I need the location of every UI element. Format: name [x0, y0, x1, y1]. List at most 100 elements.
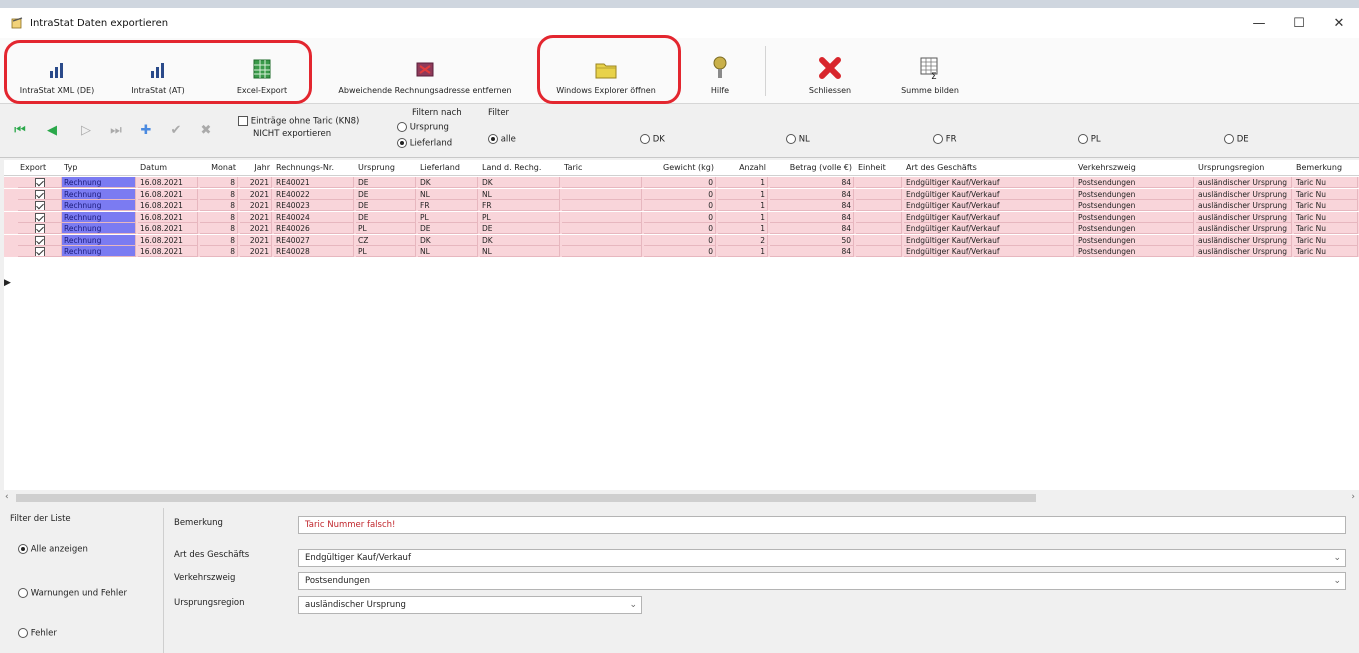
column-header[interactable]: Gewicht (kg) — [644, 160, 716, 176]
cancel-record-icon[interactable]: ✖ — [198, 122, 214, 138]
export-checkbox[interactable] — [34, 189, 45, 199]
table-row[interactable]: Rechnung 16.08.2021 8 2021 RE40028 PL NL NL 0 1 84… — [4, 246, 1359, 257]
table-row[interactable]: Rechnung 16.08.2021 8 2021 RE40022 DE NL NL 0 1 84… — [4, 188, 1359, 200]
no-taric-checkbox-row[interactable]: Einträge ohne Taric (KN8) — [238, 116, 359, 127]
origin-radio[interactable] — [397, 122, 407, 132]
add-record-icon[interactable]: ✚ — [138, 122, 154, 138]
maximize-button[interactable]: ☐ — [1279, 8, 1319, 38]
table-cell: PL — [418, 211, 478, 223]
column-header[interactable]: Lieferland — [418, 160, 478, 176]
column-header[interactable]: Taric — [562, 160, 642, 176]
radio-de[interactable] — [1224, 134, 1234, 144]
errors-radio-button[interactable] — [18, 628, 28, 638]
column-header[interactable]: Art des Geschäfts — [904, 160, 1074, 176]
horizontal-scrollbar[interactable]: ‹ › — [4, 492, 1359, 504]
export-checkbox[interactable] — [34, 212, 45, 222]
export-checkbox-cell[interactable] — [18, 246, 62, 257]
export-checkbox-cell[interactable] — [18, 223, 62, 234]
help-button[interactable]: Hilfe — [700, 42, 740, 100]
table-row[interactable]: Rechnung 16.08.2021 8 2021 RE40021 DE DK DK 0 1 84… — [4, 177, 1359, 188]
column-header[interactable]: Jahr — [240, 160, 272, 176]
remove-billing-address-button[interactable]: Abweichende Rechnungsadresse entfernen — [320, 42, 530, 100]
export-checkbox[interactable] — [34, 201, 45, 210]
filter-by-origin-radio[interactable]: Ursprung — [397, 122, 449, 133]
previous-record-icon[interactable]: ◀ — [44, 122, 60, 138]
radio-pl[interactable] — [1078, 134, 1088, 144]
country-radio-pl[interactable]: PL — [1078, 134, 1101, 145]
table-cell: FR — [418, 200, 478, 211]
business-type-select[interactable]: Endgültiger Kauf/Verkauf ⌄ — [298, 549, 1346, 567]
column-header[interactable]: Rechnungs-Nr. — [274, 160, 354, 176]
table-row[interactable]: Rechnung 16.08.2021 8 2021 RE40027 CZ DK DK 0 2 50… — [4, 234, 1359, 246]
close-label: Schliessen — [808, 86, 852, 95]
column-header[interactable]: Einheit — [856, 160, 902, 176]
scroll-left-icon[interactable]: ‹ — [5, 492, 9, 502]
column-header[interactable]: Export — [18, 160, 62, 176]
table-cell: DK — [418, 234, 478, 246]
no-taric-label: Einträge ohne Taric (KN8) — [250, 116, 360, 127]
column-header[interactable]: Monat — [200, 160, 238, 176]
help-label: Hilfe — [710, 86, 730, 95]
table-row[interactable]: Rechnung 16.08.2021 8 2021 RE40023 DE FR FR 0 1 84… — [4, 200, 1359, 211]
export-checkbox-cell[interactable] — [18, 200, 62, 211]
last-record-icon[interactable]: ⏭ — [108, 122, 124, 138]
remark-field[interactable]: Taric Nummer falsch! — [298, 516, 1346, 534]
radio-alle[interactable] — [488, 134, 498, 144]
table-cell: 2 — [718, 234, 768, 246]
errors-radio[interactable]: Fehler — [18, 628, 57, 639]
origin-region-select[interactable]: ausländischer Ursprung ⌄ — [298, 596, 642, 614]
export-checkbox-cell[interactable] — [18, 211, 62, 223]
list-filter-title: Filter der Liste — [10, 514, 71, 524]
table-cell: 84 — [770, 188, 854, 200]
warnings-errors-radio-button[interactable] — [18, 588, 28, 598]
export-checkbox-cell[interactable] — [18, 177, 62, 188]
show-all-radio-button[interactable] — [18, 544, 28, 554]
data-grid[interactable]: Export Typ Datum Monat Jahr Rechnungs-Nr. Ursp… — [4, 160, 1359, 490]
export-checkbox[interactable] — [34, 178, 45, 187]
sum-button[interactable]: Σ Summe bilden — [890, 42, 970, 100]
column-header[interactable]: Anzahl — [718, 160, 768, 176]
show-all-radio[interactable]: Alle anzeigen — [18, 544, 88, 555]
country-radio-de[interactable]: DE — [1224, 134, 1249, 145]
country-radio-alle[interactable]: alle — [488, 134, 516, 145]
supplier-radio[interactable] — [397, 138, 407, 148]
country-radio-dk[interactable]: DK — [640, 134, 665, 145]
table-row[interactable]: Rechnung 16.08.2021 8 2021 RE40026 PL DE DE 0 1 84… — [4, 223, 1359, 234]
minimize-button[interactable]: — — [1239, 8, 1279, 38]
filter-by-supplier-radio[interactable]: Lieferland — [397, 138, 452, 149]
no-taric-checkbox[interactable] — [238, 116, 248, 126]
warnings-errors-radio[interactable]: Warnungen und Fehler — [18, 588, 127, 599]
column-header[interactable]: Ursprung — [356, 160, 416, 176]
column-header[interactable]: Verkehrszweig — [1076, 160, 1194, 176]
column-header[interactable]: Bemerkung — [1294, 160, 1358, 176]
first-record-icon[interactable]: ⏮ — [12, 122, 28, 138]
column-header[interactable]: Typ — [62, 160, 136, 176]
export-checkbox[interactable] — [34, 224, 45, 233]
radio-fr[interactable] — [933, 134, 943, 144]
scrollbar-thumb[interactable] — [16, 494, 1036, 502]
table-cell: NL — [480, 188, 560, 200]
chevron-down-icon: ⌄ — [1333, 576, 1341, 586]
table-cell: RE40027 — [274, 234, 354, 246]
export-checkbox[interactable] — [34, 247, 45, 256]
table-cell: 0 — [644, 211, 716, 223]
close-window-button[interactable]: ✕ — [1319, 8, 1359, 38]
column-header[interactable]: Ursprungsregion — [1196, 160, 1292, 176]
scroll-right-icon[interactable]: › — [1351, 492, 1355, 502]
table-cell: 8 — [200, 223, 238, 234]
confirm-record-icon[interactable]: ✔ — [168, 122, 184, 138]
country-radio-fr[interactable]: FR — [933, 134, 957, 145]
export-checkbox-cell[interactable] — [18, 188, 62, 200]
column-header[interactable]: Datum — [138, 160, 198, 176]
close-button[interactable]: Schliessen — [790, 42, 870, 100]
radio-nl[interactable] — [786, 134, 796, 144]
export-checkbox-cell[interactable] — [18, 234, 62, 246]
export-checkbox[interactable] — [34, 235, 45, 245]
column-header[interactable]: Land d. Rechg. — [480, 160, 560, 176]
transport-mode-select[interactable]: Postsendungen ⌄ — [298, 572, 1346, 590]
column-header[interactable]: Betrag (volle €) — [770, 160, 854, 176]
radio-dk[interactable] — [640, 134, 650, 144]
country-radio-nl[interactable]: NL — [786, 134, 810, 145]
table-row[interactable]: Rechnung 16.08.2021 8 2021 RE40024 DE PL PL 0 1 84… — [4, 211, 1359, 223]
next-record-icon[interactable]: ▷ — [78, 122, 94, 138]
